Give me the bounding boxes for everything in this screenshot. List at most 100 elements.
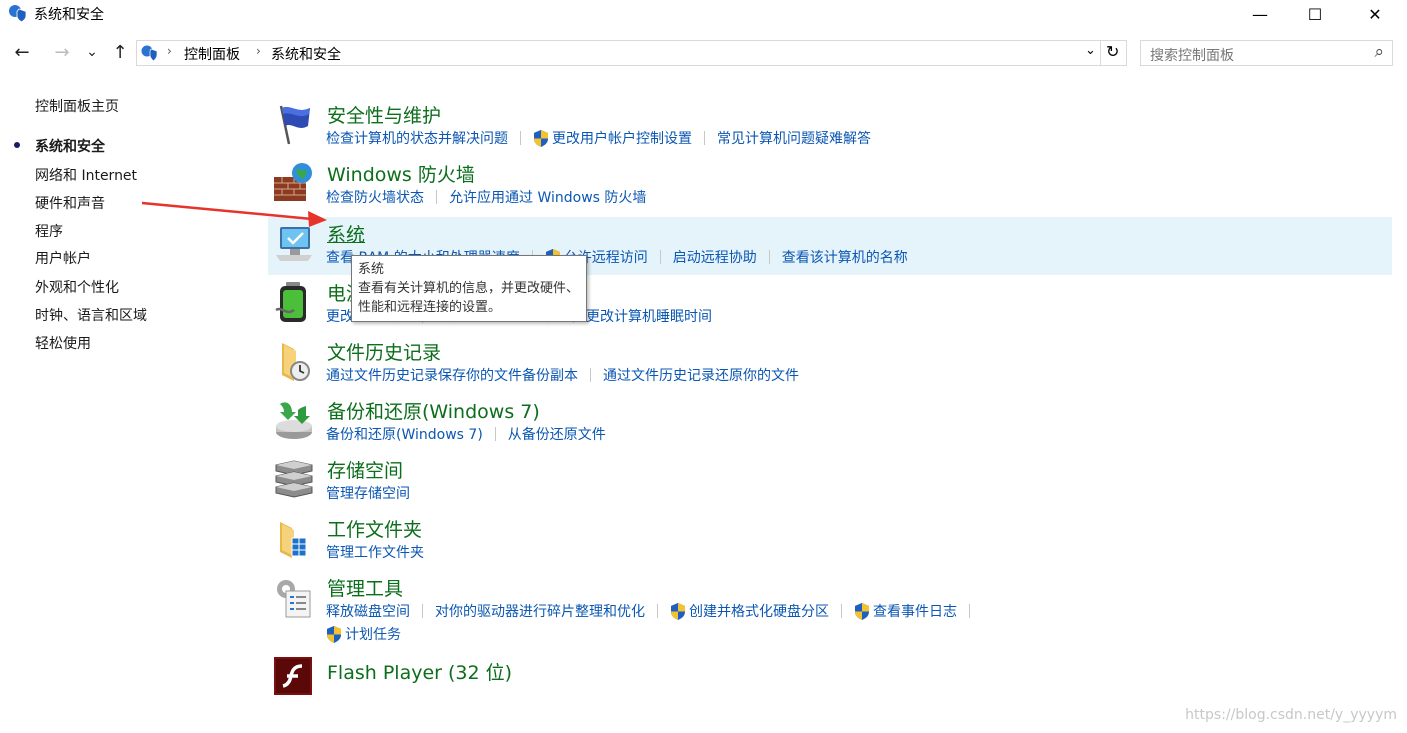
sidebar-item-appearance[interactable]: 外观和个性化 (35, 277, 119, 297)
category-title[interactable]: 备份和还原(Windows 7) (327, 397, 540, 424)
category-security-maintenance: 安全性与维护 检查计算机的状态并解决问题 更改用户帐户控制设置 常见计算机问题疑… (268, 98, 1392, 156)
task-link-label: 计划任务 (345, 627, 401, 643)
breadcrumb-chevron-icon: › (167, 44, 172, 58)
sidebar-item-ease-of-access[interactable]: 轻松使用 (35, 333, 91, 353)
divider (520, 131, 521, 145)
category-links: 通过文件历史记录保存你的文件备份副本 通过文件历史记录还原你的文件 (326, 365, 799, 385)
back-button[interactable]: ← (10, 40, 34, 64)
breadcrumb-control-panel[interactable]: 控制面板 (184, 44, 240, 64)
up-button[interactable]: ↑ (108, 40, 132, 64)
task-link-partition[interactable]: 创建并格式化硬盘分区 (670, 601, 829, 621)
recent-locations-button[interactable]: ⌄ (80, 40, 104, 64)
search-box[interactable]: 搜索控制面板 ⌕ (1140, 40, 1393, 66)
task-link[interactable]: 通过文件历史记录还原你的文件 (603, 365, 799, 385)
task-link[interactable]: 常见计算机问题疑难解答 (717, 128, 871, 148)
category-title[interactable]: Windows 防火墙 (327, 160, 475, 187)
refresh-icon[interactable]: ↻ (1106, 42, 1119, 61)
address-bar[interactable]: › 控制面板 › 系统和安全 ⌄ ↻ (136, 40, 1127, 66)
tooltip-body: 查看有关计算机的信息，并更改硬件、性能和远程连接的设置。 (358, 281, 580, 315)
task-link[interactable]: 从备份还原文件 (508, 424, 606, 444)
forward-button[interactable]: → (50, 40, 74, 64)
task-link[interactable]: 通过文件历史记录保存你的文件备份副本 (326, 365, 578, 385)
divider (659, 250, 661, 264)
task-link[interactable]: 检查计算机的状态并解决问题 (326, 128, 508, 148)
close-button[interactable]: ✕ (1352, 0, 1398, 28)
breadcrumb-system-security[interactable]: 系统和安全 (271, 44, 341, 64)
task-link[interactable]: 查看该计算机的名称 (782, 247, 908, 267)
sidebar-item-system-security[interactable]: 系统和安全 (35, 136, 105, 156)
category-storage-spaces: 存储空间 管理存储空间 (268, 453, 1392, 511)
task-link-event-log[interactable]: 查看事件日志 (854, 601, 957, 621)
category-links: 检查计算机的状态并解决问题 更改用户帐户控制设置 常见计算机问题疑难解答 (326, 128, 871, 148)
category-title[interactable]: 系统 (327, 220, 365, 247)
task-link[interactable]: 管理存储空间 (326, 483, 410, 503)
divider (1100, 41, 1101, 65)
category-title[interactable]: 工作文件夹 (327, 515, 422, 542)
minimize-icon: — (1252, 4, 1268, 24)
watermark: https://blog.csdn.net/y_yyyym (1185, 707, 1397, 723)
storage-icon (275, 460, 313, 498)
back-arrow-icon: ← (14, 41, 30, 63)
firewall-icon (274, 163, 312, 201)
flash-icon (274, 657, 312, 695)
maximize-icon: ☐ (1307, 4, 1323, 24)
up-arrow-icon: ↑ (112, 41, 128, 63)
category-links: 检查防火墙状态 允许应用通过 Windows 防火墙 (326, 187, 646, 207)
task-link[interactable]: 对你的驱动器进行碎片整理和优化 (435, 601, 645, 621)
category-links: 管理存储空间 (326, 483, 410, 503)
category-title[interactable]: 安全性与维护 (327, 101, 441, 128)
title-bar: 系统和安全 — ☐ ✕ (0, 0, 1407, 28)
address-dropdown-icon[interactable]: ⌄ (1085, 43, 1096, 58)
task-link[interactable]: 备份和还原(Windows 7) (326, 424, 483, 444)
category-file-history: 文件历史记录 通过文件历史记录保存你的文件备份副本 通过文件历史记录还原你的文件 (268, 335, 1392, 393)
category-links: 管理工作文件夹 (326, 542, 424, 562)
category-firewall: Windows 防火墙 检查防火墙状态 允许应用通过 Windows 防火墙 (268, 157, 1392, 215)
maximize-button[interactable]: ☐ (1292, 0, 1338, 28)
minimize-button[interactable]: — (1237, 0, 1283, 28)
task-link[interactable]: 管理工作文件夹 (326, 542, 424, 562)
active-bullet-icon (14, 142, 20, 148)
divider (657, 604, 658, 618)
category-title[interactable]: 存储空间 (327, 456, 403, 483)
sidebar-item-hardware-sound[interactable]: 硬件和声音 (35, 193, 105, 213)
category-title[interactable]: 文件历史记录 (327, 338, 441, 365)
tooltip: 系统 查看有关计算机的信息，并更改硬件、性能和远程连接的设置。 (351, 255, 587, 322)
sidebar-item-network[interactable]: 网络和 Internet (35, 165, 137, 185)
backup-icon (276, 402, 312, 439)
divider (768, 250, 770, 264)
task-link[interactable]: 启动远程协助 (673, 247, 757, 267)
control-panel-icon (141, 45, 158, 62)
task-link-label: 查看事件日志 (873, 604, 957, 620)
category-admin-tools: 管理工具 释放磁盘空间 对你的驱动器进行碎片整理和优化 创建并格式化硬盘分区 查… (268, 571, 1392, 647)
task-link-uac[interactable]: 更改用户帐户控制设置 (533, 128, 692, 148)
divider (704, 131, 705, 145)
divider (494, 427, 496, 441)
task-link-scheduler[interactable]: 计划任务 (326, 624, 401, 644)
category-flash-player: Flash Player (32 位) (268, 652, 1392, 702)
search-icon[interactable]: ⌕ (1374, 42, 1384, 62)
divider (436, 190, 437, 204)
divider (969, 604, 970, 618)
category-links: 备份和还原(Windows 7) 从备份还原文件 (326, 424, 606, 444)
task-link[interactable]: 允许应用通过 Windows 防火墙 (449, 187, 646, 207)
sidebar-item-clock-region[interactable]: 时钟、语言和区域 (35, 305, 147, 325)
tooltip-title: 系统 (358, 262, 385, 277)
sidebar-item-programs[interactable]: 程序 (35, 221, 63, 241)
battery-icon (275, 282, 306, 322)
task-link-label: 更改用户帐户控制设置 (552, 131, 692, 147)
task-link[interactable]: 释放磁盘空间 (326, 601, 410, 621)
sidebar-item-user-accounts[interactable]: 用户帐户 (35, 248, 91, 268)
uac-shield-icon (854, 603, 870, 620)
address-row: ← → ⌄ ↑ › 控制面板 › 系统和安全 ⌄ ↻ 搜索控制面板 ⌕ (0, 34, 1407, 70)
task-link[interactable]: 更改计算机睡眠时间 (586, 306, 712, 326)
category-title[interactable]: Flash Player (32 位) (327, 658, 512, 685)
admin-tools-icon (277, 580, 311, 618)
category-title[interactable]: 管理工具 (327, 574, 403, 601)
category-backup-restore: 备份和还原(Windows 7) 备份和还原(Windows 7) 从备份还原文… (268, 394, 1392, 452)
sidebar-home-link[interactable]: 控制面板主页 (35, 96, 119, 116)
search-input[interactable]: 搜索控制面板 (1150, 45, 1234, 65)
category-links: 释放磁盘空间 对你的驱动器进行碎片整理和优化 创建并格式化硬盘分区 查看事件日志 (326, 601, 982, 621)
uac-shield-icon (533, 130, 549, 147)
forward-arrow-icon: → (54, 41, 70, 63)
task-link[interactable]: 检查防火墙状态 (326, 187, 424, 207)
